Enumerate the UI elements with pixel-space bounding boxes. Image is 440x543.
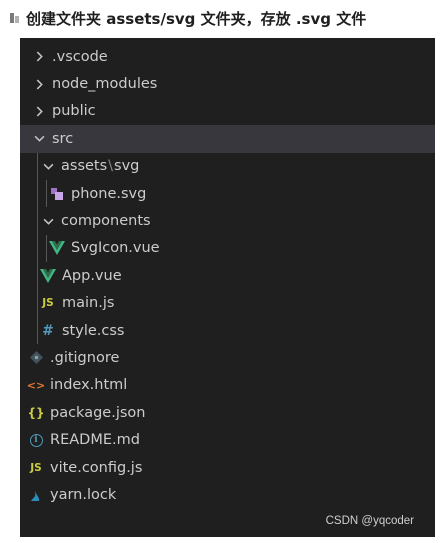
indent-guide xyxy=(37,316,38,345)
tree-item-vscode[interactable]: .vscode xyxy=(20,43,435,70)
tree-item-label: index.html xyxy=(50,377,128,394)
vue-file-icon xyxy=(40,268,56,284)
tree-item-label: style.css xyxy=(62,322,125,339)
indent-guide xyxy=(37,207,38,235)
chevron-right-icon xyxy=(32,50,46,64)
tree-item-node-modules[interactable]: node_modules xyxy=(20,70,435,97)
tree-item-app-vue[interactable]: App.vue xyxy=(20,262,435,290)
info-icon: i xyxy=(28,432,44,448)
tree-item-phone-svg[interactable]: phone.svg xyxy=(20,179,435,208)
chevron-right-icon xyxy=(32,104,46,118)
chevron-right-icon xyxy=(32,77,46,91)
tree-item-vite-config-js[interactable]: JS vite.config.js xyxy=(20,454,435,481)
tree-item-label: node_modules xyxy=(52,76,158,93)
tree-item-src[interactable]: src xyxy=(20,125,435,153)
js-file-icon: JS xyxy=(42,297,54,310)
vue-file-icon xyxy=(49,240,65,256)
tree-item-public[interactable]: public xyxy=(20,98,435,125)
file-explorer: .vscode node_modules public src assets\s… xyxy=(20,38,435,537)
yarn-file-icon xyxy=(28,487,44,503)
indent-guide xyxy=(37,262,38,290)
indent-guide xyxy=(46,234,47,263)
tree-item-assets-svg[interactable]: assets\svg xyxy=(20,152,435,180)
tree-item-index-html[interactable]: <> index.html xyxy=(20,372,435,399)
watermark: CSDN @yqcoder xyxy=(325,515,414,527)
tree-item-package-json[interactable]: {} package.json xyxy=(20,399,435,426)
json-file-icon: {} xyxy=(27,405,45,420)
tree-item-label: .vscode xyxy=(52,48,108,65)
indent-guide xyxy=(37,152,38,180)
tree-item-label: yarn.lock xyxy=(50,486,117,503)
chevron-down-icon xyxy=(41,159,55,173)
tree-item-main-js[interactable]: JS main.js xyxy=(20,289,435,317)
svg-file-icon xyxy=(49,186,65,202)
tree-item-label: App.vue xyxy=(62,267,122,284)
tree-item-label: package.json xyxy=(50,404,146,421)
tree-item-label: assets\svg xyxy=(61,158,139,174)
tree-item-svgicon-vue[interactable]: SvgIcon.vue xyxy=(20,234,435,263)
folder-assets-label: assets xyxy=(61,158,108,175)
tree-item-style-css[interactable]: # style.css xyxy=(20,316,435,345)
tree-item-label: .gitignore xyxy=(50,349,120,366)
path-separator: \ xyxy=(108,158,114,175)
git-file-icon xyxy=(28,350,44,366)
html-file-icon: <> xyxy=(26,378,46,392)
tree-item-components[interactable]: components xyxy=(20,207,435,235)
folder-svg-label: svg xyxy=(114,158,140,175)
indent-guide xyxy=(46,179,47,208)
js-file-icon: JS xyxy=(30,461,42,474)
tree-item-label: components xyxy=(61,213,151,230)
tree-item-label: vite.config.js xyxy=(50,459,143,476)
indent-guide xyxy=(37,234,38,263)
tree-item-label: public xyxy=(52,103,96,120)
heading: 创建文件夹 assets/svg 文件夹，存放 .svg 文件 xyxy=(10,7,366,29)
tree-item-label: README.md xyxy=(50,432,140,449)
heading-text: 创建文件夹 assets/svg 文件夹，存放 .svg 文件 xyxy=(26,9,367,28)
tree-item-gitignore[interactable]: .gitignore xyxy=(20,344,435,371)
tree-item-label: main.js xyxy=(62,295,115,312)
tree-item-label: phone.svg xyxy=(71,185,147,202)
indent-guide xyxy=(37,289,38,317)
tree-item-yarn-lock[interactable]: yarn.lock xyxy=(20,481,435,508)
tree-item-readme-md[interactable]: i README.md xyxy=(20,426,435,453)
heading-bullet-icon xyxy=(10,11,20,25)
chevron-down-icon xyxy=(41,214,55,228)
file-tree: .vscode node_modules public src assets\s… xyxy=(20,43,435,509)
css-file-icon: # xyxy=(42,322,54,339)
indent-guide xyxy=(37,179,38,208)
chevron-down-icon xyxy=(32,132,46,146)
tree-item-label: SvgIcon.vue xyxy=(71,240,160,257)
tree-item-label: src xyxy=(52,130,74,147)
info-glyph: i xyxy=(29,433,43,447)
